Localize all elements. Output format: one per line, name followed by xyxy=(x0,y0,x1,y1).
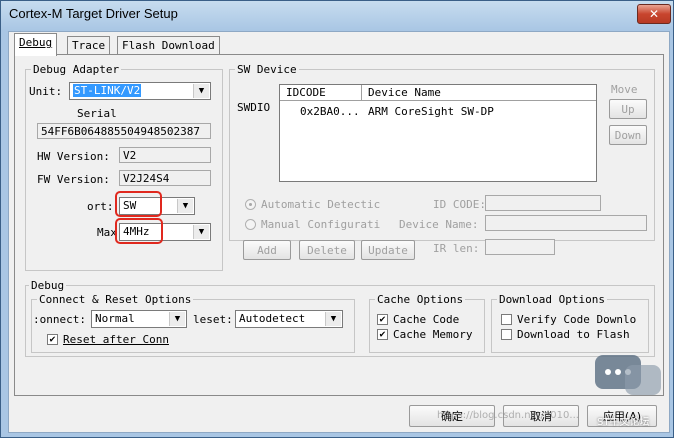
hw-version-label: HW Version: xyxy=(37,150,110,163)
chevron-down-icon: ▼ xyxy=(193,225,209,239)
cache-options-group xyxy=(369,299,485,353)
device-name-label: Device Name: xyxy=(399,218,479,231)
cache-options-label: Cache Options xyxy=(375,293,466,306)
serial-label: Serial xyxy=(77,107,117,120)
max-clock-highlight xyxy=(115,218,163,244)
serial-field: 54FF6B064885504948502387 xyxy=(37,123,211,139)
reset-after-connect-checkbox[interactable]: ✔ xyxy=(47,334,58,345)
unit-label: Unit: xyxy=(29,85,63,98)
device-table-header: IDCODE Device Name xyxy=(280,85,596,101)
title-bar[interactable]: Cortex-M Target Driver Setup ✕ xyxy=(1,1,673,27)
column-header-device-name: Device Name xyxy=(368,86,441,99)
add-button[interactable]: Add xyxy=(243,240,291,260)
cache-code-checkbox[interactable]: ✔ xyxy=(377,314,388,325)
download-options-label: Download Options xyxy=(497,293,607,306)
max-clock-label: Max xyxy=(97,226,117,239)
id-code-field[interactable] xyxy=(485,195,601,211)
download-to-flash-checkbox[interactable] xyxy=(501,329,512,340)
tab-trace[interactable]: Trace xyxy=(67,36,111,55)
chevron-down-icon: ▼ xyxy=(193,84,209,98)
tab-flash-download[interactable]: Flash Download xyxy=(117,36,220,55)
cache-code-label: Cache Code xyxy=(393,313,460,326)
download-options-group xyxy=(491,299,649,353)
check-icon: ✔ xyxy=(49,334,56,345)
chevron-down-icon: ▼ xyxy=(325,312,341,326)
port-label: ort: xyxy=(87,200,114,213)
row-device-name: ARM CoreSight SW-DP xyxy=(368,105,494,118)
fw-version-label: FW Version: xyxy=(37,173,110,186)
debug-tab-panel: Debug Adapter Unit: ST-LINK/V2 ▼ Serial … xyxy=(14,54,664,396)
column-header-idcode: IDCODE xyxy=(280,85,362,100)
debug-adapter-label: Debug Adapter xyxy=(31,63,122,76)
download-to-flash-label: Download to Flash xyxy=(517,328,630,341)
connect-label: :onnect: xyxy=(33,313,86,326)
device-table: IDCODE Device Name 0x2BA0... ARM CoreSig… xyxy=(279,84,597,182)
move-up-button[interactable]: Up xyxy=(609,99,647,119)
close-button[interactable]: ✕ xyxy=(637,4,671,24)
dialog-window: Cortex-M Target Driver Setup ✕ Debug Tra… xyxy=(0,0,674,438)
reset-label: leset: xyxy=(193,313,233,326)
forum-badge-text: ST中文论坛 xyxy=(597,417,650,428)
table-row[interactable]: 0x2BA0... ARM CoreSight SW-DP xyxy=(280,105,596,121)
forum-badge-overlay: ST中文论坛 xyxy=(595,355,665,435)
id-code-label: ID CODE: xyxy=(433,198,486,211)
connect-select[interactable]: Normal ▼ xyxy=(91,310,187,328)
chevron-down-icon: ▼ xyxy=(169,312,185,326)
delete-button[interactable]: Delete xyxy=(299,240,355,260)
dialog-client: Debug Trace Flash Download Debug Adapter… xyxy=(8,31,670,433)
ir-len-label: IR len: xyxy=(433,242,480,255)
cache-memory-label: Cache Memory xyxy=(393,328,473,341)
connect-reset-label: Connect & Reset Options xyxy=(37,293,194,306)
sw-device-label: SW Device xyxy=(235,63,299,76)
debug-group-label: Debug xyxy=(29,279,67,292)
port-highlight xyxy=(115,191,162,217)
window-title: Cortex-M Target Driver Setup xyxy=(9,6,178,21)
automatic-detection-label: Automatic Detectic xyxy=(261,198,381,211)
reset-after-connect-label: Reset after Conn xyxy=(63,333,169,346)
unit-select[interactable]: ST-LINK/V2 ▼ xyxy=(69,82,211,100)
url-watermark: https://blog.csdn.net/u010... xyxy=(437,410,579,421)
ir-len-field[interactable] xyxy=(485,239,555,255)
check-icon: ✔ xyxy=(379,314,386,325)
automatic-detection-radio[interactable] xyxy=(245,199,256,210)
close-icon: ✕ xyxy=(648,7,660,21)
move-label: Move xyxy=(611,83,638,96)
chat-bubble-back xyxy=(625,365,661,395)
verify-code-checkbox[interactable] xyxy=(501,314,512,325)
row-idcode: 0x2BA0... xyxy=(300,105,360,118)
fw-version-field: V2J24S4 xyxy=(119,170,211,186)
tab-debug[interactable]: Debug xyxy=(14,33,58,56)
manual-configuration-radio[interactable] xyxy=(245,219,256,230)
chevron-down-icon: ▼ xyxy=(177,199,193,213)
manual-configuration-label: Manual Configurati xyxy=(261,218,381,231)
update-button[interactable]: Update xyxy=(361,240,415,260)
move-down-button[interactable]: Down xyxy=(609,125,647,145)
cache-memory-checkbox[interactable]: ✔ xyxy=(377,329,388,340)
verify-code-label: Verify Code Downlo xyxy=(517,313,637,326)
check-icon: ✔ xyxy=(379,329,386,340)
hw-version-field: V2 xyxy=(119,147,211,163)
swdio-label: SWDIO xyxy=(237,101,271,114)
device-name-field[interactable] xyxy=(485,215,647,231)
reset-select[interactable]: Autodetect ▼ xyxy=(235,310,343,328)
